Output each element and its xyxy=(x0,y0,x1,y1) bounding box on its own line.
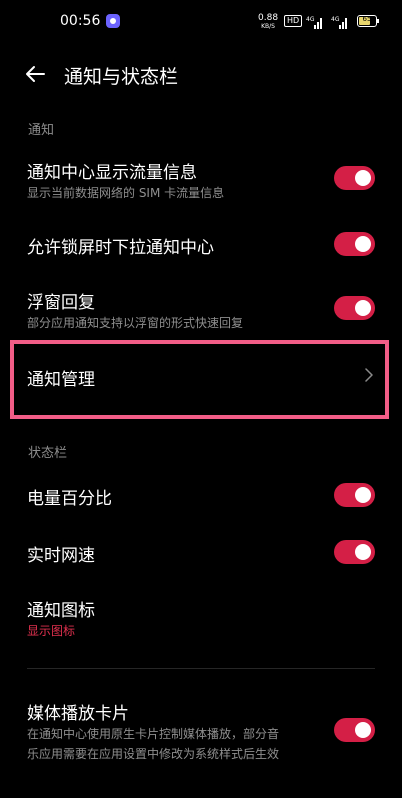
notification-management-row[interactable]: 通知管理 xyxy=(0,350,402,406)
svg-text:4G: 4G xyxy=(306,16,315,23)
status-bar: 00:56 0.88 KB/S HD 4G 4G 65 xyxy=(0,0,402,44)
row-title: 允许锁屏时下拉通知中心 xyxy=(27,238,214,258)
back-arrow-icon[interactable] xyxy=(24,63,46,85)
row-subtitle: 显示当前数据网络的 SIM 卡流量信息 xyxy=(27,186,225,200)
lockscreen-pulldown-toggle[interactable] xyxy=(334,232,375,256)
battery-level: 65 xyxy=(362,15,372,23)
row-subtitle: 部分应用通知支持以浮窗的形式快速回复 xyxy=(27,316,244,330)
net-speed: 0.88 KB/S xyxy=(258,13,279,31)
section-header-notification: 通知 xyxy=(28,123,55,138)
floating-reply-toggle[interactable] xyxy=(334,296,375,320)
media-card-row[interactable]: 媒体播放卡片 在通知中心使用原生卡片控制媒体播放，部分音 乐应用需要在应用设置中… xyxy=(0,695,402,767)
traffic-info-row[interactable]: 通知中心显示流量信息 显示当前数据网络的 SIM 卡流量信息 xyxy=(0,150,402,210)
battery-icon: 65 xyxy=(357,15,379,27)
notification-icon-value: 显示图标 xyxy=(27,624,76,638)
status-time: 00:56 xyxy=(60,13,101,29)
row-title: 媒体播放卡片 xyxy=(27,704,129,724)
page-header: 通知与状态栏 xyxy=(0,55,402,95)
page-title: 通知与状态栏 xyxy=(64,66,179,88)
battery-percentage-row[interactable]: 电量百分比 xyxy=(0,473,402,517)
row-subtitle-line1: 在通知中心使用原生卡片控制媒体播放，部分音 xyxy=(27,727,280,741)
app-notification-icon xyxy=(106,14,120,28)
lockscreen-pulldown-row[interactable]: 允许锁屏时下拉通知中心 xyxy=(0,222,402,268)
row-title: 通知图标 xyxy=(27,601,95,621)
svg-text:4G: 4G xyxy=(331,16,340,23)
row-title: 实时网速 xyxy=(27,546,95,566)
media-card-toggle[interactable] xyxy=(334,718,375,742)
signal-icon: 4G xyxy=(306,14,324,29)
realtime-netspeed-row[interactable]: 实时网速 xyxy=(0,530,402,574)
row-subtitle-line2: 乐应用需要在应用设置中修改为系统样式后生效 xyxy=(27,747,280,761)
row-title: 通知管理 xyxy=(27,370,95,390)
realtime-netspeed-toggle[interactable] xyxy=(334,540,375,564)
divider xyxy=(27,668,375,669)
signal-icon-2: 4G xyxy=(331,14,349,29)
section-header-statusbar: 状态栏 xyxy=(28,446,68,461)
row-title: 电量百分比 xyxy=(27,489,112,509)
row-title: 浮窗回复 xyxy=(27,293,95,313)
row-title: 通知中心显示流量信息 xyxy=(27,163,197,183)
hd-badge: HD xyxy=(284,15,303,27)
chevron-right-icon xyxy=(364,367,374,383)
floating-reply-row[interactable]: 浮窗回复 部分应用通知支持以浮窗的形式快速回复 xyxy=(0,280,402,340)
traffic-info-toggle[interactable] xyxy=(334,166,375,190)
battery-percentage-toggle[interactable] xyxy=(334,483,375,507)
notification-icon-row[interactable]: 通知图标 显示图标 xyxy=(0,590,402,646)
